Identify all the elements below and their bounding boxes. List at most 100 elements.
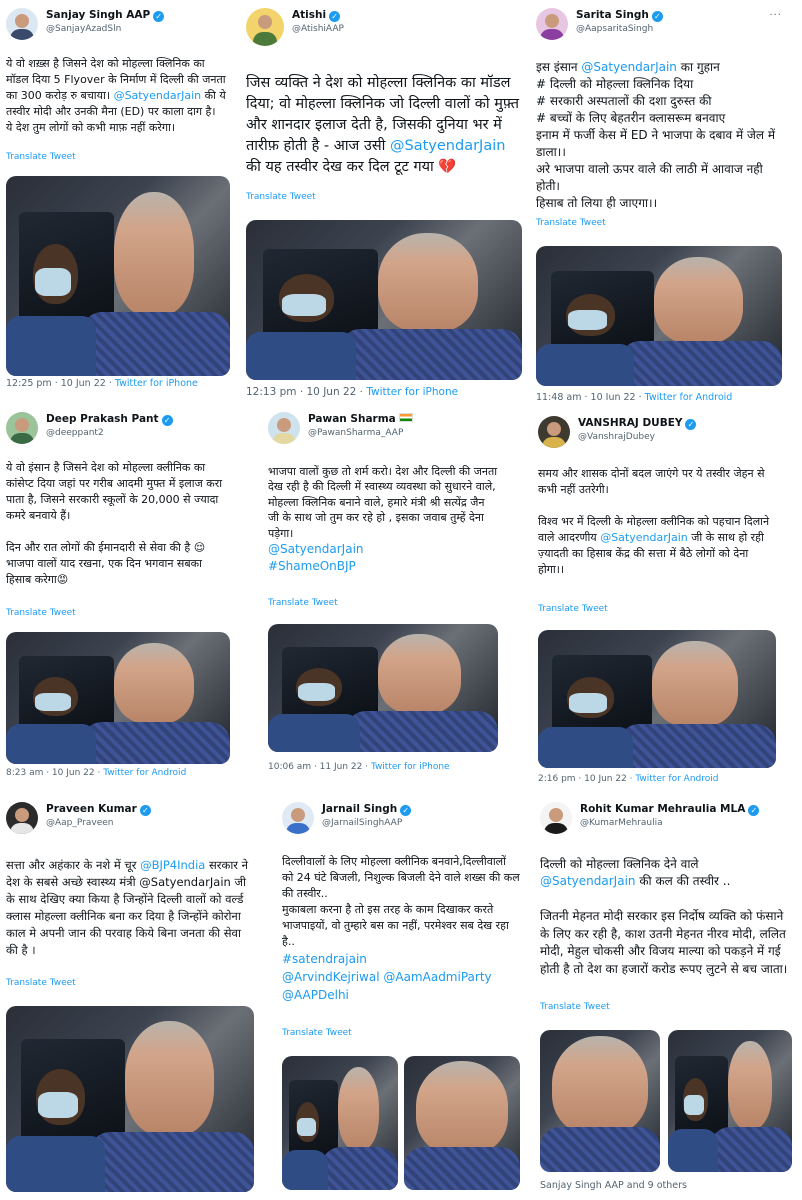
tweet-timestamp[interactable]: 8:23 am · 10 Jun 22 · [6, 768, 103, 778]
verified-badge-icon: ✓ [685, 419, 697, 430]
mention-link[interactable]: @SatyendarJain [581, 60, 677, 74]
translate-tweet-link[interactable]: Translate Tweet [6, 152, 76, 162]
author-name[interactable]: Jarnail Singh [322, 803, 397, 815]
tweet-card[interactable]: VANSHRAJ DUBEY ✓ @VanshrajDubey समय और शा… [538, 414, 778, 788]
tweet-source[interactable]: Twitter for iPhone [371, 762, 450, 772]
tweet-timestamp[interactable]: 12:13 pm · 10 Jun 22 · [246, 386, 366, 398]
hashtag-links[interactable]: #satendrajain @ArvindKejriwal @AamAadmiP… [282, 950, 520, 1004]
author-handle[interactable]: @VanshrajDubey [578, 432, 655, 442]
author-name-line[interactable]: Sanjay Singh AAP ✓ [46, 9, 165, 22]
tweet-header: Praveen Kumar ✓ @Aap_Praveen [6, 800, 256, 844]
mention-link[interactable]: @BJP4India [140, 858, 205, 872]
tweet-text: सत्ता और अहंकार के नशे में चूर @BJP4Indi… [6, 840, 254, 959]
tweet-card[interactable]: Atishi ✓ @AtishiAAP जिस व्यक्ति ने देश को… [246, 6, 524, 400]
tweet-photo[interactable] [538, 630, 776, 768]
tweet-card[interactable]: Sanjay Singh AAP ✓ @SanjayAzadSln ये वो श… [6, 6, 232, 390]
author-handle[interactable]: @AtishiAAP [292, 24, 344, 34]
tweet-photo[interactable] [536, 246, 782, 386]
tweet-timestamp[interactable]: 2:16 pm · 10 Jun 22 · [538, 774, 635, 784]
translate-tweet-link[interactable]: Translate Tweet [268, 598, 338, 608]
avatar[interactable] [540, 802, 572, 834]
translate-tweet-link[interactable]: Translate Tweet [540, 1002, 610, 1012]
avatar[interactable] [282, 802, 314, 834]
author-name[interactable]: Sanjay Singh AAP [46, 9, 150, 21]
translate-tweet-link[interactable]: Translate Tweet [6, 608, 76, 618]
tweet-photo[interactable] [6, 176, 230, 376]
author-name-line[interactable]: Praveen Kumar ✓ [46, 803, 151, 816]
translate-tweet-link[interactable]: Translate Tweet [6, 978, 76, 988]
author-name-line[interactable]: Deep Prakash Pant ✓ [46, 413, 173, 426]
tweet-card[interactable]: Jarnail Singh ✓ @JarnailSinghAAP दिल्लीवा… [282, 800, 522, 1194]
author-name[interactable]: Sarita Singh [576, 9, 649, 21]
verified-badge-icon: ✓ [400, 805, 412, 816]
avatar[interactable] [6, 802, 38, 834]
avatar[interactable] [6, 412, 38, 444]
translate-tweet-link[interactable]: Translate Tweet [536, 218, 606, 228]
tweet-timestamp[interactable]: 11:48 am · 10 Jun 22 · [536, 392, 645, 400]
tweet-card[interactable]: Praveen Kumar ✓ @Aap_Praveen सत्ता और अहं… [6, 800, 256, 1194]
more-options-icon[interactable]: ··· [769, 10, 782, 21]
author-name-line[interactable]: Rohit Kumar Mehraulia MLA ✓ [580, 803, 760, 816]
tweet-source[interactable]: Twitter for iPhone [366, 386, 458, 398]
tweet-photo[interactable] [268, 624, 498, 752]
author-name[interactable]: Praveen Kumar [46, 803, 137, 815]
tweet-photo-right[interactable] [668, 1030, 792, 1172]
tweet-photo-left[interactable] [540, 1030, 660, 1172]
tweet-source[interactable]: Twitter for Android [635, 774, 718, 784]
author-handle[interactable]: @AapsaritaSingh [576, 24, 653, 34]
avatar[interactable] [246, 8, 284, 46]
author-handle[interactable]: @Aap_Praveen [46, 818, 113, 828]
tweet-source[interactable]: Twitter for Android [103, 768, 186, 778]
author-name-line[interactable]: VANSHRAJ DUBEY ✓ [578, 417, 697, 430]
tweet-photo[interactable] [6, 632, 230, 764]
avatar[interactable] [268, 412, 300, 444]
translate-tweet-link[interactable]: Translate Tweet [538, 604, 608, 614]
hashtag-links[interactable]: @SatyendarJain #ShameOnBJP [268, 541, 498, 575]
tweet-photo-left[interactable] [282, 1056, 398, 1190]
author-name[interactable]: Deep Prakash Pant [46, 413, 159, 425]
author-name-line[interactable]: Pawan Sharma [308, 413, 413, 425]
tweet-timestamp[interactable]: 10:06 am · 11 Jun 22 · [268, 762, 371, 772]
author-handle[interactable]: @JarnailSinghAAP [322, 818, 402, 828]
avatar[interactable] [538, 416, 570, 448]
author-name[interactable]: VANSHRAJ DUBEY [578, 417, 682, 429]
author-name-line[interactable]: Sarita Singh ✓ [576, 9, 663, 22]
tweet-photo[interactable] [246, 220, 522, 380]
tweet-card[interactable]: Rohit Kumar Mehraulia MLA ✓ @KumarMehraul… [540, 800, 794, 1194]
tweet-text: इस इंसान @SatyendarJain का गुहान # दिल्ल… [536, 42, 782, 212]
tweet-source[interactable]: Twitter for Android [645, 392, 733, 400]
author-name[interactable]: Rohit Kumar Mehraulia MLA [580, 803, 745, 815]
author-name-line[interactable]: Jarnail Singh ✓ [322, 803, 412, 816]
mention-link[interactable]: @SatyendarJain [390, 138, 505, 154]
tweet-card[interactable]: Pawan Sharma @PawanSharma_AAP भाजपा वालो… [268, 410, 500, 780]
tweet-card[interactable]: Sarita Singh ✓ @AapsaritaSingh ··· इस इंस… [536, 6, 784, 400]
tweet-card[interactable]: Deep Prakash Pant ✓ @deeppant2 ये वो इंसा… [6, 410, 232, 784]
tweet-meta: 10:06 am · 11 Jun 22 · Twitter for iPhon… [268, 762, 450, 772]
tweet-photo-right[interactable] [404, 1056, 520, 1190]
tweet-text: दिल्ली को मोहल्ला क्लिनिक देने वाले @Sat… [540, 838, 792, 978]
mention-link[interactable]: @SatyendarJain [600, 531, 688, 544]
author-name[interactable]: Pawan Sharma [308, 413, 396, 425]
author-handle[interactable]: @KumarMehraulia [580, 818, 663, 828]
avatar[interactable] [6, 8, 38, 40]
tweet-text-main: भाजपा वालों कुछ तो शर्म करो। देश और दिल्… [268, 464, 498, 540]
author-name-line[interactable]: Atishi ✓ [292, 9, 341, 22]
tweet-photo[interactable] [6, 1006, 254, 1192]
tweet-text: ये वो शख़्स है जिसने देश को मोहल्ला क्लि… [6, 40, 230, 136]
tweet-source[interactable]: Twitter for iPhone [115, 378, 198, 389]
author-handle[interactable]: @PawanSharma_AAP [308, 428, 403, 438]
tweet-text-after: की कल की तस्वीर .. जितनी मेहनत मोदी सरका… [540, 874, 788, 976]
translate-tweet-link[interactable]: Translate Tweet [246, 192, 316, 202]
tweet-header: Atishi ✓ @AtishiAAP [246, 6, 524, 50]
mention-link[interactable]: @SatyendarJain [540, 874, 636, 888]
translate-tweet-link[interactable]: Translate Tweet [282, 1028, 352, 1038]
tweet-timestamp[interactable]: 12:25 pm · 10 Jun 22 · [6, 378, 115, 389]
avatar[interactable] [536, 8, 568, 40]
author-name[interactable]: Atishi [292, 9, 326, 21]
author-handle[interactable]: @SanjayAzadSln [46, 24, 121, 34]
verified-badge-icon: ✓ [161, 415, 173, 426]
mention-link[interactable]: @SatyendarJain [114, 89, 202, 102]
india-flag-icon [398, 413, 413, 422]
tagged-users-note[interactable]: Sanjay Singh AAP and 9 others [540, 1180, 687, 1191]
author-handle[interactable]: @deeppant2 [46, 428, 104, 438]
